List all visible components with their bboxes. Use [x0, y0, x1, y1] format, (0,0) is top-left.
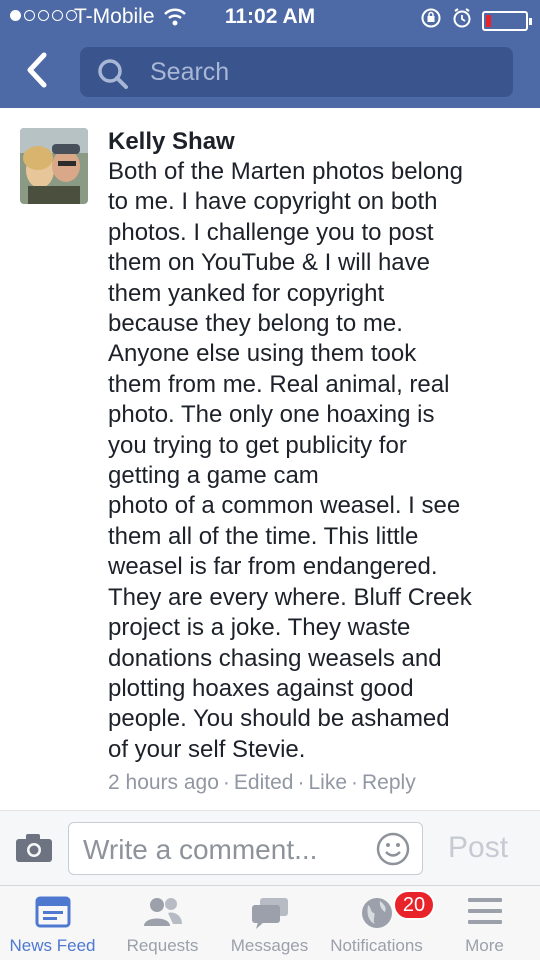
author-name[interactable]: Kelly Shaw	[108, 128, 235, 156]
timestamp[interactable]: 2 hours ago	[108, 771, 219, 794]
back-button[interactable]	[20, 50, 54, 90]
post-meta: 2 hours ago · Edited · Like · Reply	[108, 771, 416, 795]
search-icon	[96, 57, 130, 96]
like-link[interactable]: Like	[308, 771, 347, 794]
notifications-badge: 20	[393, 890, 435, 920]
post-button[interactable]: Post	[448, 831, 508, 865]
tab-bar: News Feed Requests Messages Notification…	[0, 885, 540, 960]
comment-placeholder: Write a comment...	[83, 834, 318, 865]
separator: ·	[297, 771, 305, 794]
comment-input[interactable]: Write a comment...	[68, 822, 423, 875]
separator: ·	[222, 771, 230, 794]
alarm-icon	[452, 7, 472, 35]
camera-icon[interactable]	[15, 833, 53, 868]
search-placeholder: Search	[150, 58, 230, 86]
edited-link[interactable]: Edited	[234, 771, 294, 794]
tab-news-feed[interactable]: News Feed	[0, 886, 105, 961]
reply-link[interactable]: Reply	[362, 771, 416, 794]
news-feed-icon	[35, 896, 71, 933]
tab-label: Requests	[126, 936, 199, 955]
app-header: T-Mobile 11:02 AM Search	[0, 0, 540, 108]
author-avatar[interactable]	[20, 128, 88, 204]
tab-label: News Feed	[9, 936, 96, 955]
tab-label: Notifications	[330, 936, 423, 955]
tab-more[interactable]: More	[432, 886, 537, 961]
separator: ·	[351, 771, 358, 794]
post-text: Both of the Marten photos belong to me. …	[108, 158, 472, 763]
tab-requests[interactable]: Requests	[110, 886, 215, 961]
search-bar[interactable]: Search	[80, 47, 513, 97]
tab-messages[interactable]: Messages	[217, 886, 322, 961]
emoji-icon[interactable]	[376, 832, 410, 871]
tab-label: More	[465, 936, 504, 955]
rotation-lock-icon	[420, 7, 442, 35]
friends-icon	[143, 896, 183, 933]
status-bar: T-Mobile 11:02 AM	[0, 0, 540, 36]
comment-composer: Write a comment... Post	[0, 811, 540, 885]
nav-bar: Search	[0, 36, 540, 108]
globe-icon	[360, 896, 394, 935]
battery-icon	[482, 11, 532, 31]
tab-label: Messages	[230, 936, 309, 955]
messages-icon	[250, 896, 290, 935]
menu-icon	[467, 896, 503, 931]
